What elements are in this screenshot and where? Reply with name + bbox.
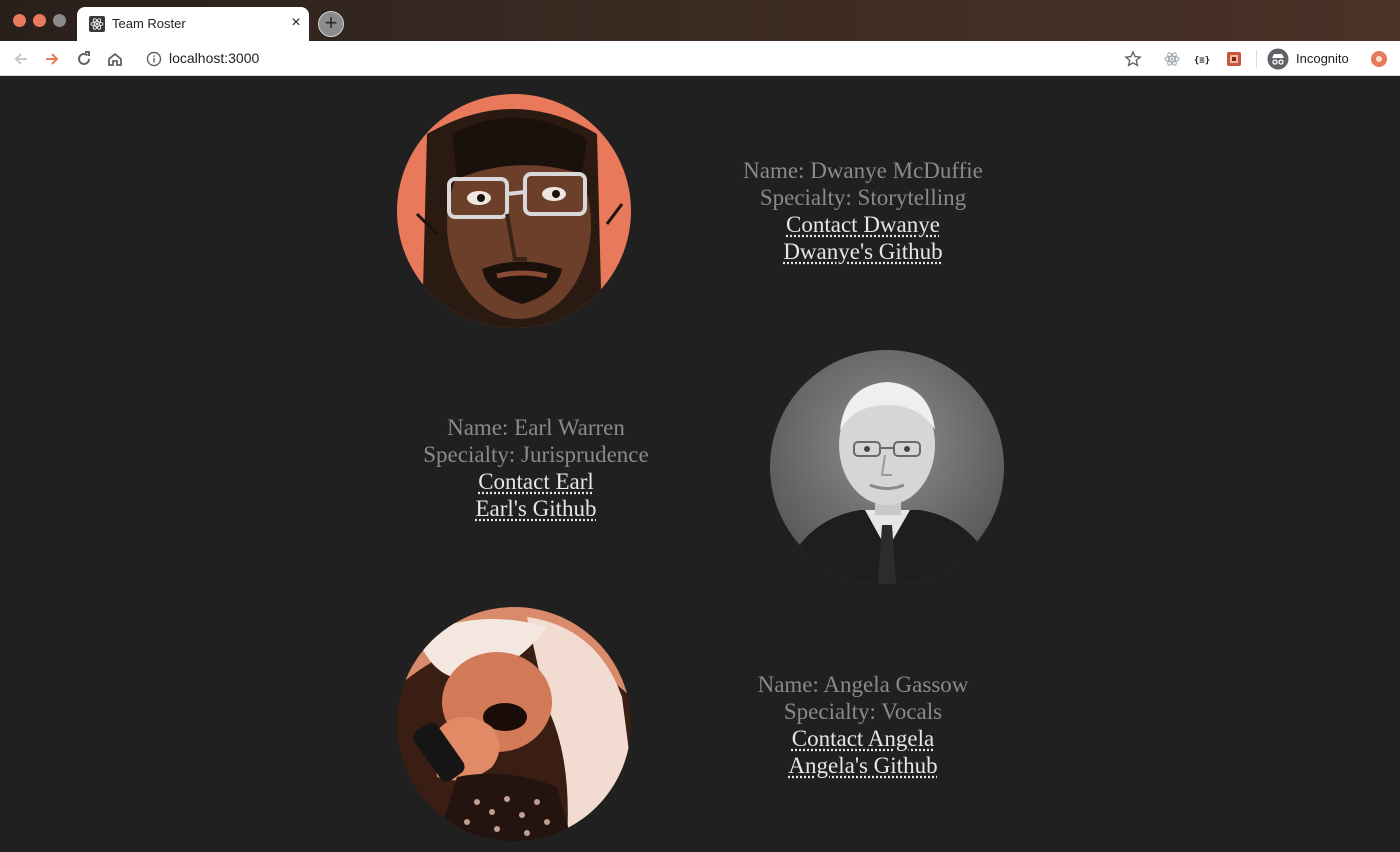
react-devtools-icon[interactable] — [1162, 49, 1182, 69]
incognito-icon[interactable] — [1267, 48, 1289, 70]
svg-text:{≡}: {≡} — [1194, 56, 1210, 66]
member-photo — [397, 94, 631, 328]
back-arrow-icon[interactable] — [11, 49, 31, 69]
zoom-window-button[interactable] — [53, 14, 66, 27]
github-link[interactable]: Earl's Github — [356, 495, 716, 522]
tab-title: Team Roster — [112, 16, 186, 31]
team-roster-page: Name: Dwanye McDuffie Specialty: Storyte… — [0, 77, 1400, 852]
react-favicon-icon — [89, 16, 105, 32]
member-photo — [770, 350, 1004, 584]
contact-link[interactable]: Contact Angela — [683, 725, 1043, 752]
toolbar-separator — [1256, 50, 1257, 68]
minimize-window-button[interactable] — [33, 14, 46, 27]
home-icon[interactable] — [105, 49, 125, 69]
member-specialty: Specialty: Storytelling — [759, 185, 967, 210]
contact-link[interactable]: Contact Earl — [356, 468, 716, 495]
extension-icon[interactable] — [1224, 49, 1244, 69]
member-info: Name: Dwanye McDuffie Specialty: Storyte… — [683, 157, 1043, 265]
member-specialty: Specialty: Jurisprudence — [423, 442, 649, 467]
incognito-label: Incognito — [1296, 51, 1349, 66]
member-info: Name: Angela Gassow Specialty: Vocals Co… — [683, 671, 1043, 779]
member-name: Name: Earl Warren — [447, 415, 625, 440]
github-link[interactable]: Dwanye's Github — [683, 238, 1043, 265]
browser-tab[interactable]: Team Roster × — [77, 7, 309, 41]
member-name: Name: Angela Gassow — [757, 672, 969, 697]
forward-arrow-icon[interactable] — [42, 49, 62, 69]
profile-menu-icon[interactable] — [1369, 49, 1389, 69]
member-name: Name: Dwanye McDuffie — [743, 158, 983, 183]
tab-close-icon[interactable]: × — [288, 15, 304, 31]
json-viewer-icon[interactable]: {≡} — [1192, 49, 1212, 69]
site-info-icon[interactable] — [144, 49, 164, 69]
browser-toolbar: localhost:3000 {≡} Incognito — [0, 41, 1400, 76]
contact-link[interactable]: Contact Dwanye — [683, 211, 1043, 238]
member-photo — [397, 607, 631, 841]
address-bar-url[interactable]: localhost:3000 — [169, 50, 259, 66]
bookmark-star-icon[interactable] — [1123, 49, 1143, 69]
browser-titlebar: Team Roster × + — [0, 0, 1400, 41]
member-info: Name: Earl Warren Specialty: Jurispruden… — [356, 414, 716, 522]
new-tab-button[interactable]: + — [318, 11, 344, 37]
close-window-button[interactable] — [13, 14, 26, 27]
member-specialty: Specialty: Vocals — [783, 699, 943, 724]
github-link[interactable]: Angela's Github — [683, 752, 1043, 779]
reload-icon[interactable] — [74, 49, 94, 69]
